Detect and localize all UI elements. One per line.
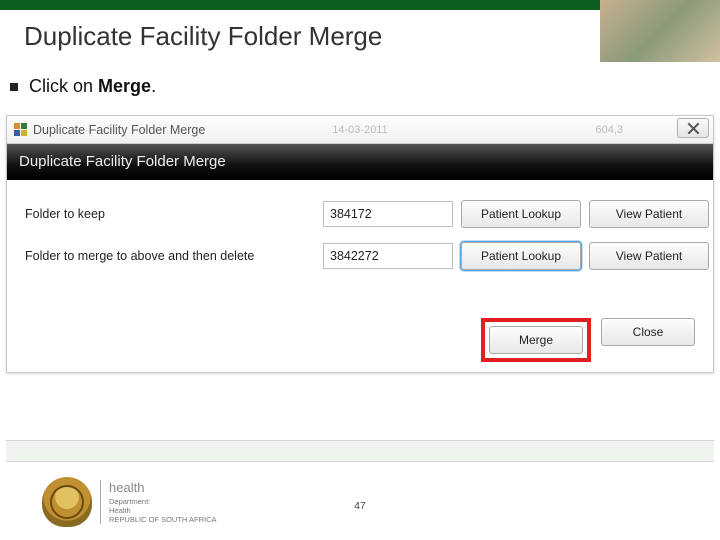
input-merge[interactable] [323, 243, 453, 269]
bg-table-strip [6, 440, 714, 462]
slide-title: Duplicate Facility Folder Merge [24, 21, 382, 52]
patient-lookup-button-keep[interactable]: Patient Lookup [461, 200, 581, 228]
instruction-suffix: . [151, 76, 156, 96]
footer-dept: health [109, 480, 217, 495]
dialog-screenshot: Duplicate Facility Folder Merge 14-03-20… [6, 115, 714, 373]
footer-lines: Department: Health REPUBLIC OF SOUTH AFR… [109, 497, 217, 524]
instruction-bold: Merge [98, 76, 151, 96]
input-keep[interactable] [323, 201, 453, 227]
label-merge: Folder to merge to above and then delete [25, 249, 315, 263]
slide-header: Duplicate Facility Folder Merge [0, 0, 720, 62]
instruction-prefix: Click on [29, 76, 98, 96]
bg-num: 604,3 [595, 124, 623, 136]
label-keep: Folder to keep [25, 207, 315, 221]
dialog-banner-text: Duplicate Facility Folder Merge [19, 153, 226, 170]
window-title: Duplicate Facility Folder Merge [33, 123, 205, 137]
view-patient-button-keep[interactable]: View Patient [589, 200, 709, 228]
header-photo [600, 0, 720, 62]
app-icon [13, 123, 27, 137]
bullet-icon [10, 83, 18, 91]
merge-highlight: Merge [481, 318, 591, 362]
bg-date: 14-03-2011 [332, 124, 387, 136]
window-titlebar: Duplicate Facility Folder Merge 14-03-20… [7, 116, 713, 144]
action-row: Merge Close [7, 300, 713, 372]
footer-text: health Department: Health REPUBLIC OF SO… [100, 480, 217, 524]
dialog-banner: Duplicate Facility Folder Merge [7, 144, 713, 180]
patient-lookup-button-merge[interactable]: Patient Lookup [461, 242, 581, 270]
form-row-merge: Folder to merge to above and then delete… [25, 242, 695, 270]
instruction: Click on Merge. [0, 62, 720, 107]
merge-button[interactable]: Merge [489, 326, 583, 354]
crest-icon [42, 477, 92, 527]
close-button[interactable]: Close [601, 318, 695, 346]
slide-title-box: Duplicate Facility Folder Merge [0, 10, 600, 62]
window-close-button[interactable] [677, 118, 709, 138]
form-row-keep: Folder to keep Patient Lookup View Patie… [25, 200, 695, 228]
close-icon [687, 122, 700, 135]
form-body: Folder to keep Patient Lookup View Patie… [7, 180, 713, 300]
slide-footer: health Department: Health REPUBLIC OF SO… [0, 470, 720, 534]
page-number: 47 [354, 500, 366, 512]
view-patient-button-merge[interactable]: View Patient [589, 242, 709, 270]
